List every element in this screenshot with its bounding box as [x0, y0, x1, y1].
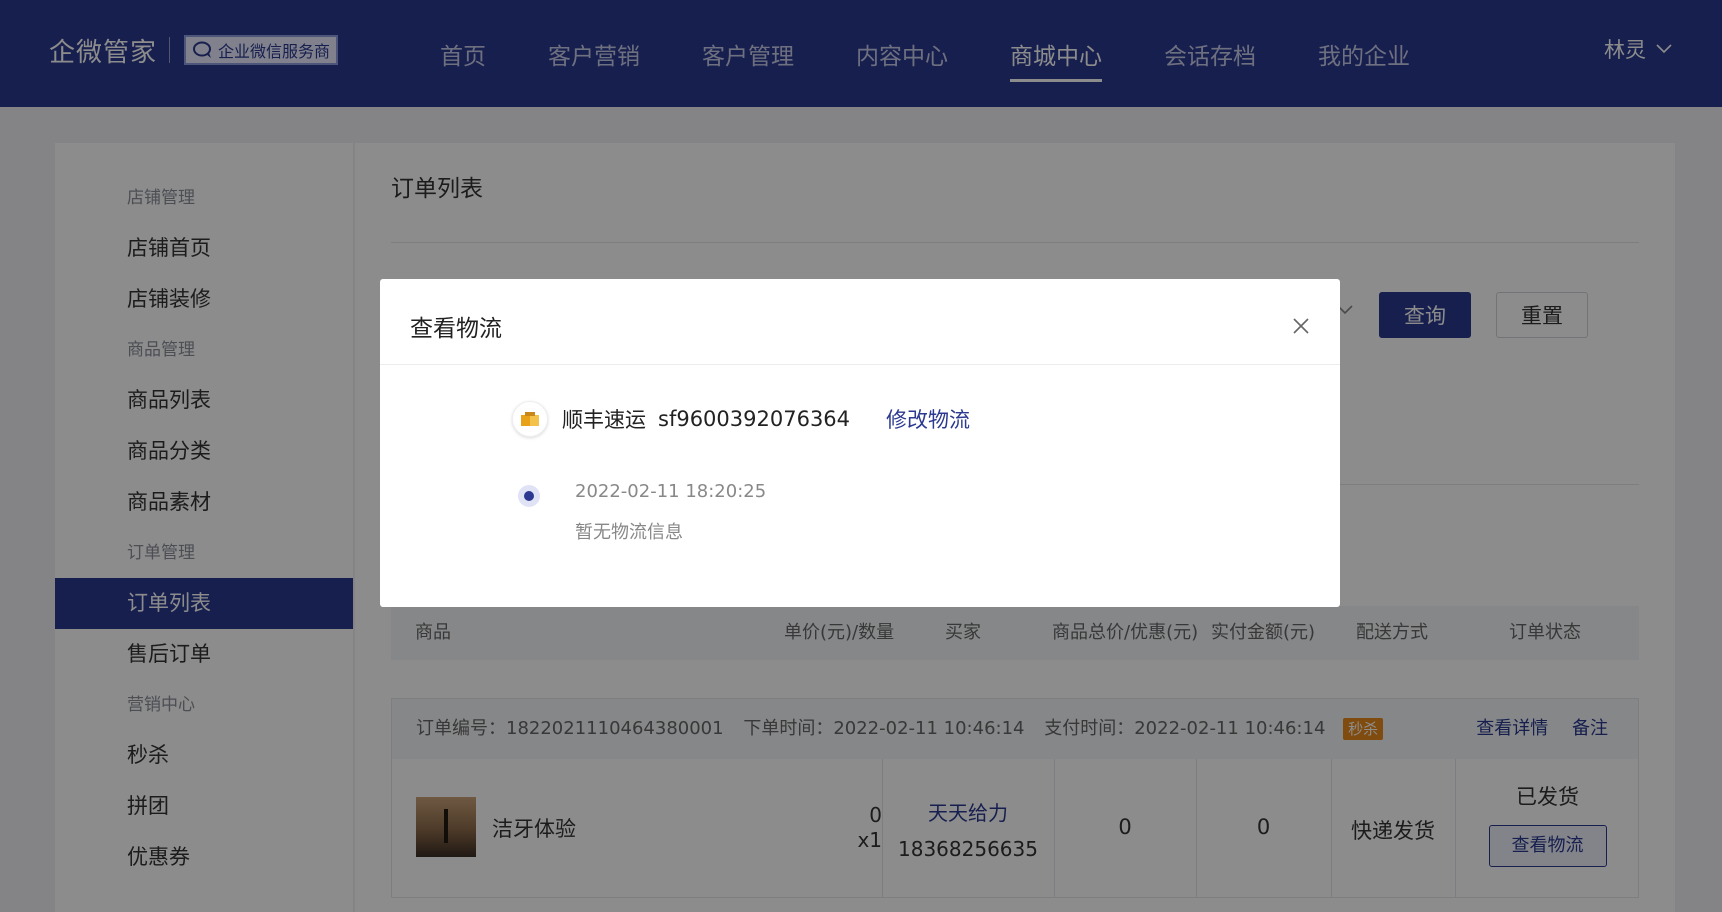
- carrier-logo-icon: [512, 401, 548, 437]
- timeline-dot: [518, 485, 540, 507]
- carrier-row: 顺丰速运 sf9600392076364 修改物流: [512, 401, 970, 437]
- track-message: 暂无物流信息: [575, 522, 683, 543]
- modal-header: 查看物流: [380, 279, 1340, 365]
- track-time: 2022-02-11 18:20:25: [575, 481, 767, 502]
- modal-title: 查看物流: [410, 316, 502, 342]
- carrier-name: 顺丰速运: [562, 408, 646, 432]
- edit-logistics-link[interactable]: 修改物流: [886, 404, 970, 434]
- close-icon[interactable]: [1292, 317, 1310, 335]
- parcel-icon: [521, 412, 539, 426]
- tracking-number: sf9600392076364: [658, 407, 851, 431]
- logistics-modal: 查看物流 顺丰速运 sf9600392076364 修改物流 2022-02-1…: [380, 279, 1340, 607]
